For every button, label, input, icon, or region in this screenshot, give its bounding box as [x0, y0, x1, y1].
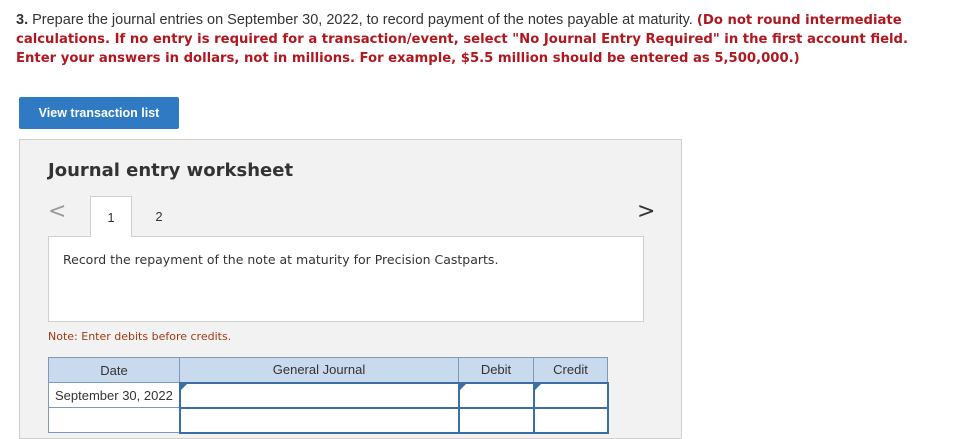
question-prompt: Prepare the journal entries on September…: [28, 12, 697, 28]
general-journal-column-header: General Journal: [179, 357, 459, 383]
question-text: 3. Prepare the journal entries on Septem…: [16, 11, 946, 68]
chevron-left-icon[interactable]: <: [48, 201, 66, 223]
table-row: September 30, 2022: [48, 381, 609, 409]
credit-input[interactable]: [532, 406, 609, 434]
chevron-right-icon[interactable]: >: [637, 201, 655, 223]
date-cell: September 30, 2022: [48, 382, 180, 408]
date-column-header: Date: [48, 357, 180, 383]
table-row: [48, 406, 609, 434]
dropdown-marker-icon: [534, 383, 541, 390]
date-cell: [48, 407, 180, 433]
dropdown-marker-icon: [180, 383, 187, 390]
record-instruction-box: Record the repayment of the note at matu…: [48, 236, 644, 322]
account-input[interactable]: [178, 381, 460, 409]
entry-note: Note: Enter debits before credits.: [48, 330, 232, 343]
record-instruction-text: Record the repayment of the note at matu…: [63, 252, 499, 267]
credit-column-header: Credit: [533, 357, 608, 383]
debit-input[interactable]: [457, 381, 535, 409]
dropdown-marker-icon: [459, 383, 466, 390]
tab-2[interactable]: 2: [138, 196, 180, 237]
credit-input[interactable]: [532, 381, 609, 409]
worksheet-title: Journal entry worksheet: [48, 160, 294, 181]
question-number: 3.: [16, 12, 29, 28]
tab-1[interactable]: 1: [90, 196, 132, 237]
journal-table: Date General Journal Debit Credit Septem…: [48, 357, 609, 434]
debit-column-header: Debit: [458, 357, 534, 383]
journal-entry-worksheet: Journal entry worksheet < 1 2 > Record t…: [19, 139, 682, 439]
view-transaction-list-button[interactable]: View transaction list: [19, 97, 179, 129]
account-input[interactable]: [178, 406, 460, 434]
debit-input[interactable]: [457, 406, 535, 434]
